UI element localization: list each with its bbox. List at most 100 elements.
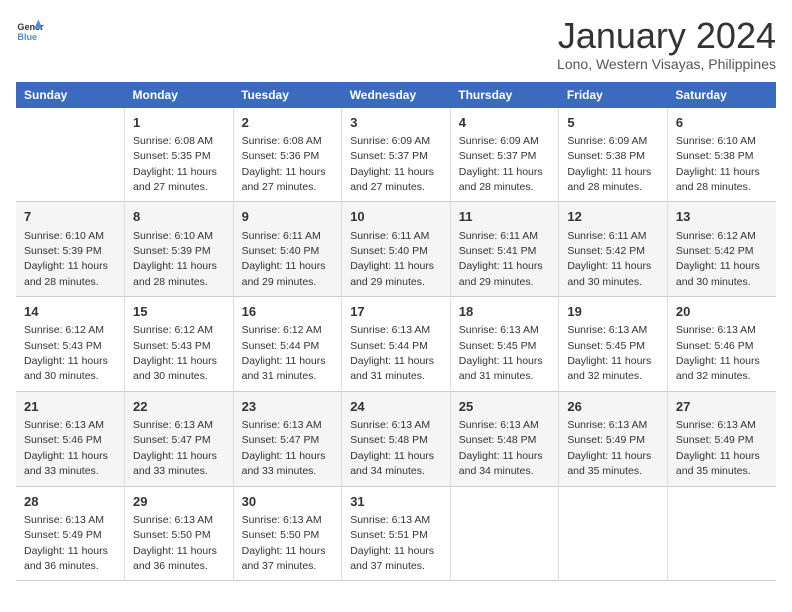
daylight-text: Daylight: 11 hours and 29 minutes. xyxy=(350,260,434,287)
title-area: January 2024 Lono, Western Visayas, Phil… xyxy=(557,16,776,72)
sunset-text: Sunset: 5:45 PM xyxy=(567,340,645,352)
sunset-text: Sunset: 5:47 PM xyxy=(242,434,320,446)
sunset-text: Sunset: 5:46 PM xyxy=(676,340,754,352)
sunrise-text: Sunrise: 6:13 AM xyxy=(24,419,104,431)
table-row: 13Sunrise: 6:12 AMSunset: 5:42 PMDayligh… xyxy=(667,202,776,297)
day-number: 4 xyxy=(459,114,551,132)
table-row: 10Sunrise: 6:11 AMSunset: 5:40 PMDayligh… xyxy=(342,202,451,297)
sunset-text: Sunset: 5:46 PM xyxy=(24,434,102,446)
sunrise-text: Sunrise: 6:10 AM xyxy=(24,230,104,242)
table-row: 8Sunrise: 6:10 AMSunset: 5:39 PMDaylight… xyxy=(125,202,234,297)
table-row: 4 Sunrise: 6:09 AM Sunset: 5:37 PM Daylight… xyxy=(450,108,559,202)
daylight-text: Daylight: 11 hours and 33 minutes. xyxy=(133,450,217,477)
page-subtitle: Lono, Western Visayas, Philippines xyxy=(557,56,776,72)
daylight-text: Daylight: 11 hours and 33 minutes. xyxy=(24,450,108,477)
table-row: 17Sunrise: 6:13 AMSunset: 5:44 PMDayligh… xyxy=(342,297,451,392)
table-row: 28Sunrise: 6:13 AMSunset: 5:49 PMDayligh… xyxy=(16,486,125,581)
sunrise-text: Sunrise: 6:13 AM xyxy=(676,324,756,336)
day-number: 31 xyxy=(350,493,442,511)
sunrise-text: Sunrise: 6:11 AM xyxy=(459,230,538,242)
day-number: 14 xyxy=(24,303,116,321)
sunset-text: Sunset: 5:43 PM xyxy=(133,340,211,352)
day-number: 25 xyxy=(459,398,551,416)
daylight-text: Daylight: 11 hours and 29 minutes. xyxy=(459,260,543,287)
sunset-text: Sunset: 5:37 PM xyxy=(459,150,537,162)
daylight-text: Daylight: 11 hours and 32 minutes. xyxy=(676,355,760,382)
table-row: 6Sunrise: 6:10 AMSunset: 5:38 PMDaylight… xyxy=(667,108,776,202)
sunset-text: Sunset: 5:40 PM xyxy=(242,245,320,257)
sunrise-text: Sunrise: 6:13 AM xyxy=(350,324,430,336)
sunset-text: Sunset: 5:37 PM xyxy=(350,150,428,162)
svg-text:Blue: Blue xyxy=(17,32,37,42)
table-row: 26Sunrise: 6:13 AMSunset: 5:49 PMDayligh… xyxy=(559,391,668,486)
daylight-text: Daylight: 11 hours and 29 minutes. xyxy=(242,260,326,287)
table-row: 19Sunrise: 6:13 AMSunset: 5:45 PMDayligh… xyxy=(559,297,668,392)
table-row: 20 Sunrise: 6:13 AM Sunset: 5:46 PM Dayligh… xyxy=(667,297,776,392)
daylight-text: Daylight: 11 hours and 32 minutes. xyxy=(567,355,651,382)
daylight-text: Daylight: 11 hours and 30 minutes. xyxy=(676,260,760,287)
table-row xyxy=(16,108,125,202)
sunrise-text: Sunrise: 6:13 AM xyxy=(242,419,322,431)
sunset-text: Sunset: 5:35 PM xyxy=(133,150,211,162)
daylight-text: Daylight: 11 hours and 35 minutes. xyxy=(567,450,651,477)
sunset-text: Sunset: 5:49 PM xyxy=(24,529,102,541)
calendar-week-row: 28Sunrise: 6:13 AMSunset: 5:49 PMDayligh… xyxy=(16,486,776,581)
sunset-text: Sunset: 5:49 PM xyxy=(676,434,754,446)
day-number: 7 xyxy=(24,208,116,226)
sunrise-text: Sunrise: 6:13 AM xyxy=(676,419,756,431)
daylight-text: Daylight: 11 hours and 35 minutes. xyxy=(676,450,760,477)
table-row: 31Sunrise: 6:13 AMSunset: 5:51 PMDayligh… xyxy=(342,486,451,581)
sunrise-text: Sunrise: 6:13 AM xyxy=(133,514,213,526)
header: General Blue January 2024 Lono, Western … xyxy=(16,16,776,72)
sunrise-text: Sunrise: 6:11 AM xyxy=(567,230,646,242)
daylight-text: Daylight: 11 hours and 27 minutes. xyxy=(133,166,217,193)
sunrise-text: Sunrise: 6:13 AM xyxy=(567,419,647,431)
table-row: 3Sunrise: 6:09 AMSunset: 5:37 PMDaylight… xyxy=(342,108,451,202)
day-number: 2 xyxy=(242,114,334,132)
daylight-text: Daylight: 11 hours and 27 minutes. xyxy=(350,166,434,193)
sunrise-text: Sunrise: 6:13 AM xyxy=(24,514,104,526)
calendar-week-row: 21Sunrise: 6:13 AMSunset: 5:46 PMDayligh… xyxy=(16,391,776,486)
sunset-text: Sunset: 5:47 PM xyxy=(133,434,211,446)
table-row: 2Sunrise: 6:08 AMSunset: 5:36 PMDaylight… xyxy=(233,108,342,202)
sunrise-text: Sunrise: 6:12 AM xyxy=(676,230,756,242)
daylight-text: Daylight: 11 hours and 30 minutes. xyxy=(567,260,651,287)
table-row xyxy=(667,486,776,581)
sunset-text: Sunset: 5:38 PM xyxy=(676,150,754,162)
day-number: 30 xyxy=(242,493,334,511)
sunset-text: Sunset: 5:48 PM xyxy=(350,434,428,446)
table-row: 24Sunrise: 6:13 AMSunset: 5:48 PMDayligh… xyxy=(342,391,451,486)
day-number: 18 xyxy=(459,303,551,321)
page-title: January 2024 xyxy=(557,16,776,56)
day-number: 20 xyxy=(676,303,768,321)
day-number: 29 xyxy=(133,493,225,511)
day-number: 5 xyxy=(567,114,659,132)
sunset-text: Sunset: 5:51 PM xyxy=(350,529,428,541)
day-number: 1 xyxy=(133,114,225,132)
table-row xyxy=(450,486,559,581)
sunrise-text: Sunrise: 6:10 AM xyxy=(133,230,213,242)
daylight-text: Daylight: 11 hours and 34 minutes. xyxy=(350,450,434,477)
daylight-text: Daylight: 11 hours and 28 minutes. xyxy=(133,260,217,287)
sunrise-text: Sunrise: 6:13 AM xyxy=(350,514,430,526)
sunrise-text: Sunrise: 6:12 AM xyxy=(133,324,213,336)
table-row: 29Sunrise: 6:13 AMSunset: 5:50 PMDayligh… xyxy=(125,486,234,581)
col-saturday: Saturday xyxy=(667,82,776,108)
sunrise-text: Sunrise: 6:12 AM xyxy=(242,324,322,336)
day-number: 8 xyxy=(133,208,225,226)
table-row: 30Sunrise: 6:13 AMSunset: 5:50 PMDayligh… xyxy=(233,486,342,581)
daylight-text: Daylight: 11 hours and 28 minutes. xyxy=(459,166,543,193)
col-wednesday: Wednesday xyxy=(342,82,451,108)
daylight-text: Daylight: 11 hours and 34 minutes. xyxy=(459,450,543,477)
day-number: 28 xyxy=(24,493,116,511)
sunset-text: Sunset: 5:36 PM xyxy=(242,150,320,162)
day-number: 3 xyxy=(350,114,442,132)
sunset-text: Sunset: 5:43 PM xyxy=(24,340,102,352)
calendar-week-row: 14 Sunrise: 6:12 AM Sunset: 5:43 PM Dayligh… xyxy=(16,297,776,392)
col-monday: Monday xyxy=(125,82,234,108)
day-number: 6 xyxy=(676,114,768,132)
sunrise-text: Sunrise: 6:09 AM xyxy=(459,135,539,147)
sunrise-text: Sunrise: 6:08 AM xyxy=(242,135,322,147)
sunset-text: Sunset: 5:40 PM xyxy=(350,245,428,257)
day-number: 19 xyxy=(567,303,659,321)
